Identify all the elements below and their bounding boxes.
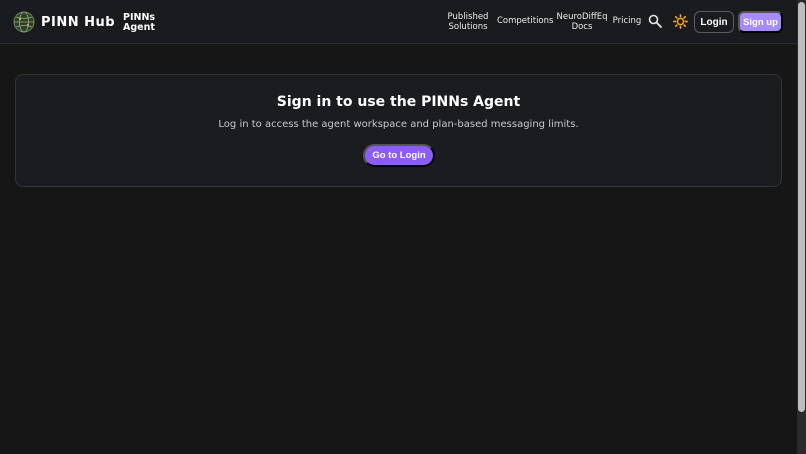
page-scrollbar[interactable] [797,0,806,454]
sign-in-card: Sign in to use the PINNs Agent Log in to… [15,74,782,187]
scrollbar-thumb[interactable] [798,2,805,412]
card-title: Sign in to use the PINNs Agent [276,94,521,110]
login-button[interactable]: Login [694,11,734,33]
card-description: Log in to access the agent workspace and… [218,119,579,130]
nav-neuro-line2: Docs [571,21,593,32]
nav-neurodiffeq-docs[interactable]: NeuroDiffEq Docs [556,12,608,32]
nav-published-line2: Solutions [448,21,488,32]
sun-icon[interactable] [673,14,688,29]
top-navbar: PINN Hub PINNs Agent Published Solutions… [0,0,797,44]
nav-pricing[interactable]: Pricing [612,16,642,27]
nav-pinns-agent[interactable]: PINNs Agent [123,13,155,33]
brand-name: PINN Hub [41,14,116,30]
nav-competitions[interactable]: Competitions [497,16,553,27]
globe-logo-icon [13,11,35,33]
nav-pinns-agent-line2: Agent [123,22,155,33]
signup-button[interactable]: Sign up [738,11,783,33]
go-to-login-button[interactable]: Go to Login [363,144,435,167]
search-icon[interactable] [648,14,662,28]
brand-link[interactable]: PINN Hub [13,11,115,33]
nav-published-solutions[interactable]: Published Solutions [447,12,489,32]
